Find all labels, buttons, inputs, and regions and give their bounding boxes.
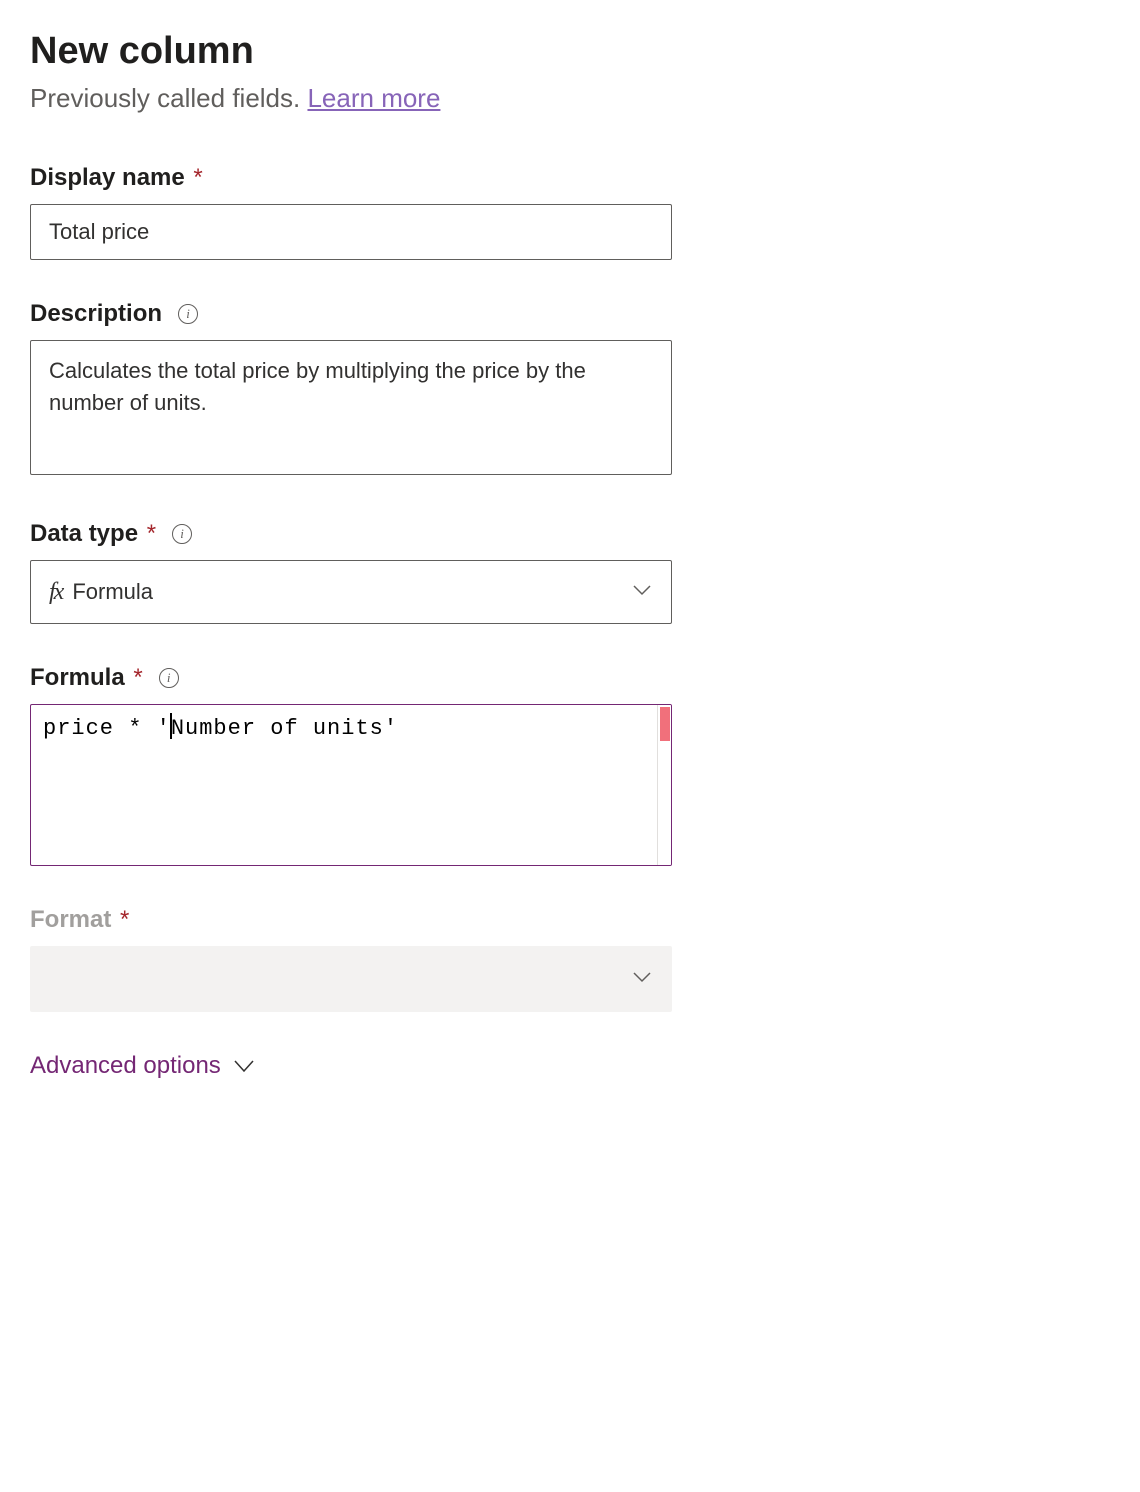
data-type-field-group: Data type * i fx Formula	[30, 520, 672, 624]
description-field-group: Description i Calculates the total price…	[30, 300, 672, 480]
format-label-text: Format	[30, 906, 111, 933]
display-name-input[interactable]	[30, 204, 672, 260]
display-name-label-text: Display name	[30, 164, 185, 191]
formula-label-text: Formula	[30, 664, 125, 691]
display-name-field-group: Display name *	[30, 164, 672, 260]
formula-editor[interactable]: price * 'Number of units'	[30, 704, 672, 866]
required-asterisk: *	[120, 906, 129, 933]
description-label-text: Description	[30, 300, 162, 328]
subtitle: Previously called fields. Learn more	[30, 83, 1110, 114]
format-label: Format *	[30, 906, 672, 934]
formula-error-marker	[660, 707, 670, 741]
info-icon[interactable]: i	[172, 524, 192, 544]
data-type-label-text: Data type	[30, 520, 138, 547]
formula-field-group: Formula * i price * 'Number of units'	[30, 664, 672, 866]
text-cursor	[170, 713, 172, 739]
required-asterisk: *	[133, 664, 142, 691]
advanced-options-label: Advanced options	[30, 1052, 221, 1080]
format-select[interactable]	[30, 946, 672, 1012]
format-field-group: Format *	[30, 906, 672, 1012]
formula-label: Formula * i	[30, 664, 672, 692]
page-title: New column	[30, 30, 1110, 73]
learn-more-link[interactable]: Learn more	[307, 83, 440, 113]
display-name-label: Display name *	[30, 164, 672, 192]
data-type-label: Data type * i	[30, 520, 672, 548]
description-input[interactable]: Calculates the total price by multiplyin…	[30, 340, 672, 475]
formula-content: price * 'Number of units'	[31, 705, 671, 751]
data-type-select[interactable]: fx Formula	[30, 560, 672, 624]
required-asterisk: *	[193, 164, 202, 191]
formula-fx-icon: fx	[49, 579, 62, 606]
info-icon[interactable]: i	[159, 668, 179, 688]
data-type-selected-value: Formula	[72, 579, 153, 605]
required-asterisk: *	[147, 520, 156, 547]
chevron-down-icon	[233, 1052, 255, 1080]
description-label: Description i	[30, 300, 672, 328]
advanced-options-toggle[interactable]: Advanced options	[30, 1052, 1110, 1080]
subtitle-text: Previously called fields.	[30, 83, 307, 113]
info-icon[interactable]: i	[178, 304, 198, 324]
